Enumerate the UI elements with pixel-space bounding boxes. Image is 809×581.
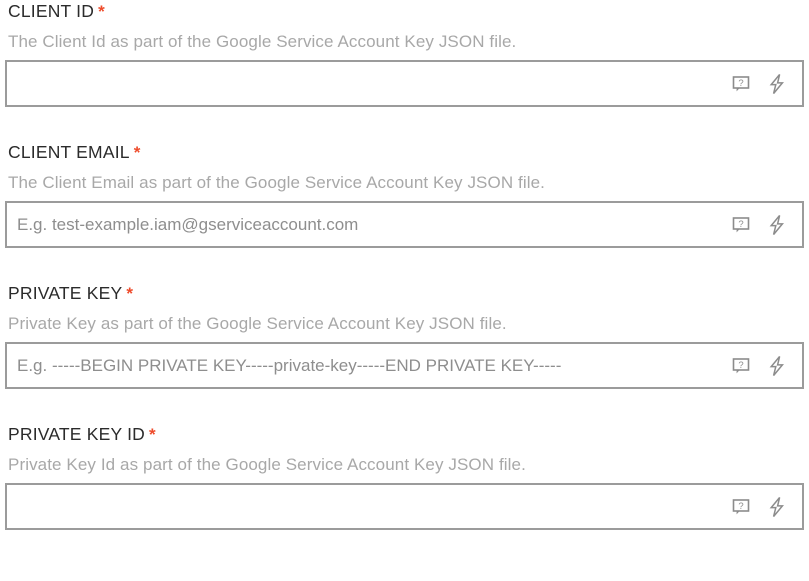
input-wrapper-private-key-id[interactable]: ? bbox=[5, 483, 804, 530]
help-comment-icon[interactable]: ? bbox=[730, 73, 752, 95]
field-spacer-2 bbox=[0, 248, 809, 282]
input-actions-private-key: ? bbox=[724, 355, 802, 377]
client-id-input[interactable] bbox=[7, 62, 724, 105]
input-wrapper-client-email[interactable]: ? bbox=[5, 201, 804, 248]
private-key-id-input[interactable] bbox=[7, 485, 724, 528]
field-label-client-id: CLIENT ID * bbox=[5, 0, 804, 22]
help-comment-icon[interactable]: ? bbox=[730, 355, 752, 377]
field-label-private-key-id: PRIVATE KEY ID * bbox=[5, 423, 804, 445]
help-comment-icon[interactable]: ? bbox=[730, 214, 752, 236]
input-actions-client-email: ? bbox=[724, 214, 802, 236]
field-spacer-1 bbox=[0, 107, 809, 141]
field-description-client-email: The Client Email as part of the Google S… bbox=[8, 173, 545, 192]
field-label-text: CLIENT ID bbox=[8, 1, 95, 21]
input-actions-client-id: ? bbox=[724, 73, 802, 95]
svg-text:?: ? bbox=[738, 501, 743, 512]
field-spacer-3 bbox=[0, 389, 809, 423]
field-group-private-key-id: PRIVATE KEY ID * Private Key Id as part o… bbox=[0, 423, 809, 530]
input-wrapper-private-key[interactable]: ? bbox=[5, 342, 804, 389]
field-label-text: PRIVATE KEY bbox=[8, 283, 123, 303]
help-comment-icon[interactable]: ? bbox=[730, 496, 752, 518]
svg-text:?: ? bbox=[738, 78, 743, 89]
google-service-account-form: CLIENT ID * The Client Id as part of the … bbox=[0, 0, 809, 581]
svg-text:?: ? bbox=[738, 360, 743, 371]
field-description-private-key: Private Key as part of the Google Servic… bbox=[8, 314, 507, 333]
field-label-text: PRIVATE KEY ID bbox=[8, 424, 146, 444]
field-label-client-email: CLIENT EMAIL * bbox=[5, 141, 804, 163]
client-email-input[interactable] bbox=[7, 203, 724, 246]
required-asterisk: * bbox=[126, 284, 134, 303]
input-wrapper-client-id[interactable]: ? bbox=[5, 60, 804, 107]
field-group-private-key: PRIVATE KEY * Private Key as part of the … bbox=[0, 282, 809, 389]
field-description-private-key-id: Private Key Id as part of the Google Ser… bbox=[8, 455, 526, 474]
required-asterisk: * bbox=[149, 425, 156, 444]
field-label-private-key: PRIVATE KEY * bbox=[5, 282, 804, 304]
lightning-bolt-icon[interactable] bbox=[766, 355, 788, 377]
lightning-bolt-icon[interactable] bbox=[766, 73, 788, 95]
field-group-client-id: CLIENT ID * The Client Id as part of the … bbox=[0, 0, 809, 107]
field-description-client-id: The Client Id as part of the Google Serv… bbox=[8, 32, 517, 51]
field-label-text: CLIENT EMAIL bbox=[8, 142, 130, 162]
lightning-bolt-icon[interactable] bbox=[766, 214, 788, 236]
input-actions-private-key-id: ? bbox=[724, 496, 802, 518]
field-group-client-email: CLIENT EMAIL * The Client Email as part o… bbox=[0, 141, 809, 248]
svg-text:?: ? bbox=[738, 219, 743, 230]
lightning-bolt-icon[interactable] bbox=[766, 496, 788, 518]
required-asterisk: * bbox=[98, 2, 105, 21]
required-asterisk: * bbox=[133, 143, 141, 162]
private-key-input[interactable] bbox=[7, 344, 724, 387]
